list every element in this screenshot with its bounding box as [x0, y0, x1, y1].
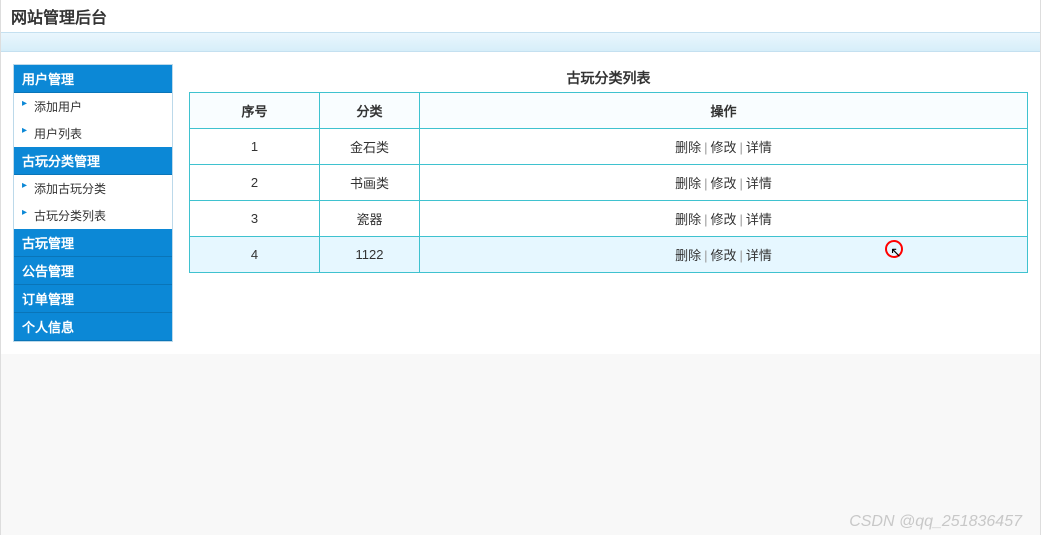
- cell-index: 4: [190, 237, 320, 273]
- sidebar-section-header[interactable]: 用户管理: [14, 65, 172, 93]
- edit-link[interactable]: 修改: [708, 212, 738, 227]
- cell-index: 3: [190, 201, 320, 237]
- delete-link[interactable]: 删除: [673, 140, 703, 155]
- sidebar-item[interactable]: 古玩分类列表: [14, 202, 172, 229]
- edit-link[interactable]: 修改: [708, 248, 738, 263]
- sidebar-section-header[interactable]: 订单管理: [14, 285, 172, 313]
- watermark: CSDN @qq_251836457: [849, 513, 1022, 531]
- sidebar-section-header[interactable]: 公告管理: [14, 257, 172, 285]
- table-row: 41122删除|修改|详情: [190, 237, 1028, 273]
- cell-category: 书画类: [320, 165, 420, 201]
- cell-actions: 删除|修改|详情: [420, 201, 1028, 237]
- cell-index: 1: [190, 129, 320, 165]
- cell-category: 金石类: [320, 129, 420, 165]
- category-table: 序号 分类 操作 1金石类删除|修改|详情2书画类删除|修改|详情3瓷器删除|修…: [189, 92, 1028, 273]
- delete-link[interactable]: 删除: [673, 248, 703, 263]
- cell-actions: 删除|修改|详情: [420, 165, 1028, 201]
- detail-link[interactable]: 详情: [744, 212, 774, 227]
- edit-link[interactable]: 修改: [708, 176, 738, 191]
- cell-actions: 删除|修改|详情: [420, 129, 1028, 165]
- sidebar-section-header[interactable]: 古玩分类管理: [14, 147, 172, 175]
- detail-link[interactable]: 详情: [744, 176, 774, 191]
- cell-index: 2: [190, 165, 320, 201]
- sidebar-item[interactable]: 添加古玩分类: [14, 175, 172, 202]
- delete-link[interactable]: 删除: [673, 176, 703, 191]
- sidebar-section-header[interactable]: 个人信息: [14, 313, 172, 341]
- col-header-action: 操作: [420, 93, 1028, 129]
- cell-category: 瓷器: [320, 201, 420, 237]
- col-header-index: 序号: [190, 93, 320, 129]
- cell-category: 1122: [320, 237, 420, 273]
- cell-actions: 删除|修改|详情: [420, 237, 1028, 273]
- header-divider: [1, 32, 1040, 52]
- sidebar-item[interactable]: 添加用户: [14, 93, 172, 120]
- content-title: 古玩分类列表: [189, 64, 1028, 92]
- col-header-category: 分类: [320, 93, 420, 129]
- sidebar: 用户管理添加用户用户列表古玩分类管理添加古玩分类古玩分类列表古玩管理公告管理订单…: [13, 64, 173, 342]
- detail-link[interactable]: 详情: [744, 140, 774, 155]
- table-row: 2书画类删除|修改|详情: [190, 165, 1028, 201]
- table-row: 1金石类删除|修改|详情: [190, 129, 1028, 165]
- sidebar-section-header[interactable]: 古玩管理: [14, 229, 172, 257]
- edit-link[interactable]: 修改: [708, 140, 738, 155]
- main-content: 古玩分类列表 序号 分类 操作 1金石类删除|修改|详情2书画类删除|修改|详情…: [189, 64, 1028, 273]
- delete-link[interactable]: 删除: [673, 212, 703, 227]
- table-row: 3瓷器删除|修改|详情: [190, 201, 1028, 237]
- sidebar-item[interactable]: 用户列表: [14, 120, 172, 147]
- detail-link[interactable]: 详情: [744, 248, 774, 263]
- page-title: 网站管理后台: [1, 0, 1040, 32]
